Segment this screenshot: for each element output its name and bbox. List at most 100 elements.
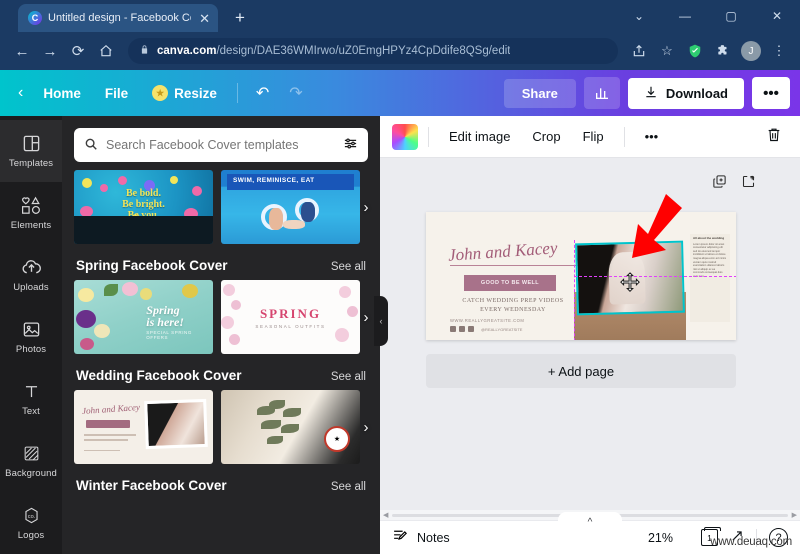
section-title: Spring Facebook Cover	[76, 258, 228, 273]
see-all-link-wedding[interactable]: See all	[331, 371, 366, 383]
file-menu-button[interactable]: File	[93, 80, 140, 107]
browser-menu-icon[interactable]: ⋮	[766, 38, 792, 64]
bookmark-star-icon[interactable]: ☆	[654, 38, 680, 64]
design-subtitle-line2: EVERY WEDNESDAY	[480, 307, 546, 313]
template-card-spring-seasonal[interactable]: SPRING SEASONAL OUTFITS	[221, 280, 360, 354]
url-path: /design/DAE36WMIrwo/uZ0EmgHPYz4CpDdife8Q…	[216, 45, 511, 57]
instagram-icon	[450, 326, 456, 332]
url-domain: canva.com	[157, 45, 217, 57]
share-button[interactable]: Share	[503, 78, 576, 108]
add-page-icon[interactable]	[741, 174, 756, 193]
crop-button[interactable]: Crop	[522, 123, 570, 150]
sidebar-item-background[interactable]: Background	[0, 430, 62, 492]
scroll-right-icon[interactable]: ▶	[792, 511, 797, 519]
close-tab-icon[interactable]: ✕	[197, 12, 212, 25]
design-page[interactable]: John and Kacey GOOD TO BE WELL CATCH WED…	[426, 194, 736, 340]
template-row: Spring is here! SPECIAL SPRING OFFERS SP…	[62, 280, 380, 354]
avatar: J	[741, 41, 761, 61]
security-shield-icon[interactable]	[682, 38, 708, 64]
expand-panel-tab[interactable]: ^	[558, 512, 622, 528]
sidebar-label-logos: Logos	[17, 529, 45, 541]
template-card-john-and-kacey[interactable]: John and Kacey	[74, 390, 213, 464]
tune-icon[interactable]	[343, 136, 358, 154]
tab-title: Untitled design - Facebook Cover	[48, 12, 191, 24]
sidebar-rail: Templates Elements Uploads Photos Text B…	[0, 116, 62, 554]
edit-image-button[interactable]: Edit image	[439, 123, 520, 150]
sidebar-label-uploads: Uploads	[13, 281, 49, 293]
twitter-icon	[468, 326, 474, 332]
trash-icon[interactable]	[760, 122, 788, 152]
template-card-swim[interactable]: SWIM, REMINISCE, EAT	[221, 170, 360, 244]
design-handle: @REALLYGREATSITE	[481, 326, 523, 332]
template-strip: Be bold. Be bright. Be you. SWIM, REMINI…	[74, 170, 380, 244]
toolbar-divider	[236, 83, 238, 103]
row-next-arrow[interactable]: ›	[356, 416, 376, 438]
bar-chart-icon[interactable]	[583, 77, 620, 109]
row-next-arrow[interactable]: ›	[356, 196, 376, 218]
puzzle-extension-icon[interactable]	[710, 38, 736, 64]
reload-icon[interactable]: ⟳	[64, 37, 92, 65]
sidebar-item-templates[interactable]: Templates	[0, 120, 62, 182]
browser-tab[interactable]: C Untitled design - Facebook Cover ✕	[18, 4, 218, 32]
sidebar-label-text: Text	[22, 405, 40, 417]
image-edit-toolbar: Edit image Crop Flip •••	[380, 116, 800, 158]
sidebar-item-photos[interactable]: Photos	[0, 306, 62, 368]
news-body: Lorem ipsum dolor sit amet consectetur a…	[693, 242, 727, 278]
sidebar-item-text[interactable]: Text	[0, 368, 62, 430]
chevron-down-icon[interactable]: ⌄	[616, 0, 662, 32]
undo-icon[interactable]: ↶	[246, 79, 279, 107]
image-thumbnail[interactable]	[392, 123, 418, 150]
sidebar-label-background: Background	[5, 467, 57, 479]
panel-collapse-handle[interactable]: ‹	[374, 296, 388, 346]
address-bar[interactable]: canva.com/design/DAE36WMIrwo/uZ0EmgHPYz4…	[128, 38, 618, 64]
resize-button[interactable]: ★ Resize	[140, 79, 229, 107]
search-input[interactable]	[106, 138, 335, 152]
more-options-button[interactable]: •••	[752, 77, 790, 109]
template-card-be-bold[interactable]: Be bold. Be bright. Be you.	[74, 170, 213, 244]
browser-action-icons: ☆ J ⋮	[626, 38, 792, 64]
template-photo	[144, 398, 208, 450]
sidebar-item-logos[interactable]: co. Logos	[0, 492, 62, 554]
annotation-arrow	[632, 194, 682, 258]
logos-icon: co.	[22, 506, 41, 526]
back-chevron-icon[interactable]: ‹	[10, 84, 31, 102]
news-heading: All about the wedding	[693, 236, 725, 240]
notes-button[interactable]: Notes	[392, 527, 450, 549]
sidebar-item-elements[interactable]: Elements	[0, 182, 62, 244]
duplicate-icon[interactable]	[712, 174, 727, 193]
back-icon[interactable]: ←	[8, 37, 36, 65]
more-tools-button[interactable]: •••	[635, 123, 669, 150]
home-button[interactable]: Home	[31, 80, 93, 107]
scroll-left-icon[interactable]: ◀	[383, 511, 388, 519]
search-icon	[84, 137, 98, 154]
share-icon[interactable]	[626, 38, 652, 64]
row-next-arrow[interactable]: ›	[356, 306, 376, 328]
see-all-link-winter[interactable]: See all	[331, 481, 366, 493]
upload-cloud-icon	[21, 258, 42, 278]
section-header-winter: Winter Facebook Cover See all	[62, 468, 380, 500]
flip-button[interactable]: Flip	[573, 123, 614, 150]
design-badge-text: GOOD TO BE WELL	[480, 280, 540, 286]
template-card-spring-is-here[interactable]: Spring is here! SPECIAL SPRING OFFERS	[74, 280, 213, 354]
maximize-icon[interactable]: ▢	[708, 0, 754, 32]
home-icon[interactable]	[92, 37, 120, 65]
template-title: Spring is here!	[146, 303, 184, 329]
lock-icon	[140, 44, 149, 58]
forward-icon[interactable]: →	[36, 37, 64, 65]
facebook-icon	[459, 326, 465, 332]
add-page-button[interactable]: + Add page	[426, 354, 736, 388]
template-card-bouquet[interactable]: ★	[221, 390, 360, 464]
redo-icon[interactable]: ↷	[279, 79, 312, 107]
see-all-link-spring[interactable]: See all	[331, 261, 366, 273]
download-button[interactable]: Download	[627, 77, 744, 109]
design-badge: GOOD TO BE WELL	[464, 275, 556, 291]
templates-icon	[22, 134, 41, 154]
sidebar-item-uploads[interactable]: Uploads	[0, 244, 62, 306]
url-text: canva.com/design/DAE36WMIrwo/uZ0EmgHPYz4…	[157, 45, 510, 57]
close-window-icon[interactable]: ✕	[754, 0, 800, 32]
profile-avatar[interactable]: J	[738, 38, 764, 64]
zoom-level[interactable]: 21%	[648, 531, 673, 545]
minimize-icon[interactable]: —	[662, 0, 708, 32]
search-box[interactable]	[74, 128, 368, 162]
new-tab-button[interactable]: +	[228, 6, 252, 30]
